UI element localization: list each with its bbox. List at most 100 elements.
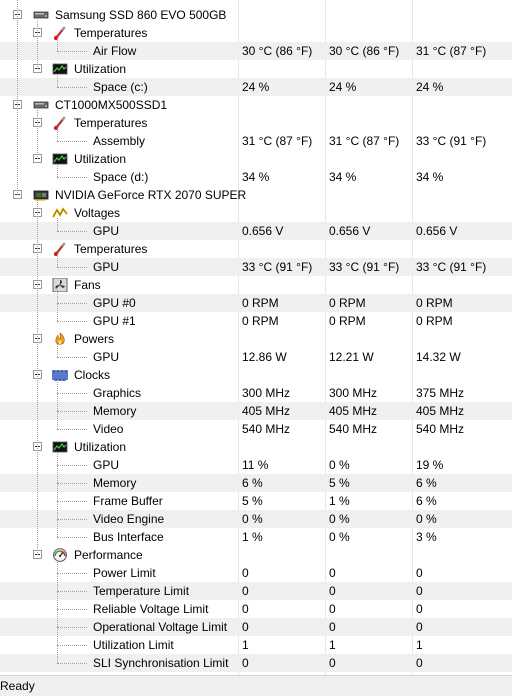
sensor-value-max: 14.32 W [416, 350, 461, 364]
sensor-value-max: 1 [416, 638, 423, 652]
tree-guide [57, 74, 58, 87]
sensor-label: Video [93, 422, 124, 436]
fan-icon [52, 277, 68, 293]
sensor-label: GPU [93, 260, 120, 274]
thermometer-icon [52, 26, 68, 41]
tree-connector [57, 231, 87, 232]
tree-row-group[interactable]: Utilization [0, 60, 512, 78]
tree-row-sensor[interactable]: GPU 11 % 0 % 19 % [0, 456, 512, 474]
tree-row-device[interactable]: NVIDIA GeForce RTX 2070 SUPER [0, 186, 512, 204]
sensor-value-min: 0 [329, 620, 336, 634]
sensor-label: Power Limit [93, 566, 156, 580]
sensor-label: Space (d:) [93, 170, 149, 184]
sensor-value-current: 11 % [242, 458, 269, 472]
tree-row-sensor[interactable]: Graphics 300 MHz 300 MHz 375 MHz [0, 384, 512, 402]
device-label: NVIDIA GeForce RTX 2070 SUPER [55, 188, 247, 202]
tree-row-sensor[interactable]: Assembly 31 °C (87 °F) 31 °C (87 °F) 33 °C … [0, 132, 512, 150]
hdd-icon [33, 8, 49, 22]
tree-row-group[interactable]: Utilization [0, 150, 512, 168]
group-label: Clocks [74, 368, 111, 382]
tree-connector [57, 501, 87, 502]
tree-row-sensor[interactable]: SLI Synchronisation Limit 0 0 0 [0, 654, 512, 672]
sensor-value-max: 540 MHz [416, 422, 465, 436]
sensor-value-min: 1 % [329, 494, 350, 508]
sensor-value-current: 6 % [242, 476, 263, 490]
sensor-value-min: 0 [329, 656, 336, 670]
sensor-value-current: 33 °C (91 °F) [242, 260, 313, 274]
sensor-label: Utilization Limit [93, 638, 174, 652]
tree-row-group[interactable]: Temperatures [0, 114, 512, 132]
tree-guide [17, 0, 18, 195]
tree-row-sensor[interactable]: GPU 0.656 V 0.656 V 0.656 V [0, 222, 512, 240]
tree-row-sensor[interactable]: GPU #0 0 RPM 0 RPM 0 RPM [0, 294, 512, 312]
tree-row-sensor[interactable]: Temperature Limit 0 0 0 [0, 582, 512, 600]
tree-row-sensor[interactable]: Space (d:) 34 % 34 % 34 % [0, 168, 512, 186]
sensor-value-current: 0 RPM [242, 314, 279, 328]
tree-row-group[interactable]: Powers [0, 330, 512, 348]
tree-connector [57, 411, 87, 412]
tree-connector [57, 357, 87, 358]
tree-guide [57, 38, 58, 51]
tree-row-sensor[interactable]: GPU 12.86 W 12.21 W 14.32 W [0, 348, 512, 366]
sensor-value-max: 3 % [416, 530, 437, 544]
tree-row-sensor[interactable]: GPU 33 °C (91 °F) 33 °C (91 °F) 33 °C (91 °… [0, 258, 512, 276]
tree-row-sensor[interactable]: Reliable Voltage Limit 0 0 0 [0, 600, 512, 618]
sensor-label: GPU [93, 350, 120, 364]
sensor-value-min: 33 °C (91 °F) [329, 260, 400, 274]
tree-row-sensor[interactable]: Bus Interface 1 % 0 % 3 % [0, 528, 512, 546]
sensor-label: GPU [93, 224, 120, 238]
tree-row-sensor[interactable]: Operational Voltage Limit 0 0 0 [0, 618, 512, 636]
device-label: Samsung SSD 860 EVO 500GB [55, 8, 227, 22]
clock-icon [52, 368, 68, 382]
sensor-value-min: 0 [329, 584, 336, 598]
tree-row-group[interactable]: Fans [0, 276, 512, 294]
tree-row-device[interactable]: CT1000MX500SSD1 [0, 96, 512, 114]
performance-icon [52, 548, 68, 562]
tree-row-device[interactable]: Samsung SSD 860 EVO 500GB [0, 6, 512, 24]
tree-row-group[interactable]: Voltages [0, 204, 512, 222]
tree-guide [57, 164, 58, 177]
sensor-tree[interactable]: Samsung SSD 860 EVO 500GB Temperatures Air… [0, 0, 512, 675]
sensor-value-current: 1 [242, 638, 249, 652]
sensor-label: Air Flow [93, 44, 137, 58]
tree-row-sensor[interactable]: Air Flow 30 °C (86 °F) 30 °C (86 °F) 31 °C … [0, 42, 512, 60]
sensor-value-max: 0 [416, 656, 423, 670]
tree-row-group[interactable]: Temperatures [0, 240, 512, 258]
tree-row-group[interactable]: Clocks [0, 366, 512, 384]
sensor-value-current: 0.656 V [242, 224, 284, 238]
tree-row-group[interactable]: Temperatures [0, 24, 512, 42]
tree-connector [57, 141, 87, 142]
tree-row-group[interactable]: Utilization [0, 438, 512, 456]
status-text: Ready [0, 679, 35, 693]
tree-row-group[interactable]: Performance [0, 546, 512, 564]
tree-guide [37, 200, 38, 555]
tree-row-sensor[interactable]: Memory 405 MHz 405 MHz 405 MHz [0, 402, 512, 420]
sensor-value-current: 0 RPM [242, 296, 279, 310]
tree-row-sensor[interactable]: Video Engine 0 % 0 % 0 % [0, 510, 512, 528]
sensor-value-min: 30 °C (86 °F) [329, 44, 400, 58]
tree-row-sensor[interactable]: Power Limit 0 0 0 [0, 564, 512, 582]
sensor-value-max: 0 [416, 566, 423, 580]
tree-connector [57, 303, 87, 304]
sensor-label: Assembly [93, 134, 146, 148]
tree-row-sensor[interactable]: GPU #1 0 RPM 0 RPM 0 RPM [0, 312, 512, 330]
tree-connector [57, 321, 87, 322]
sensor-value-max: 33 °C (91 °F) [416, 134, 487, 148]
tree-guide [57, 344, 58, 357]
power-icon [52, 332, 68, 346]
group-label: Powers [74, 332, 115, 346]
tree-row-sensor[interactable]: Utilization Limit 1 1 1 [0, 636, 512, 654]
sensor-value-min: 34 % [329, 170, 357, 184]
sensor-value-min: 300 MHz [329, 386, 378, 400]
sensor-value-current: 0 [242, 584, 249, 598]
utilization-icon [52, 152, 68, 166]
sensor-value-current: 300 MHz [242, 386, 291, 400]
tree-row-sensor[interactable]: Frame Buffer 5 % 1 % 6 % [0, 492, 512, 510]
tree-connector [57, 609, 87, 610]
tree-row-sensor[interactable]: Video 540 MHz 540 MHz 540 MHz [0, 420, 512, 438]
tree-row-sensor[interactable]: Memory 6 % 5 % 6 % [0, 474, 512, 492]
tree-row-sensor[interactable]: Space (c:) 24 % 24 % 24 % [0, 78, 512, 96]
thermometer-icon [52, 242, 68, 257]
sensor-value-max: 0 RPM [416, 314, 453, 328]
sensor-value-max: 405 MHz [416, 404, 465, 418]
